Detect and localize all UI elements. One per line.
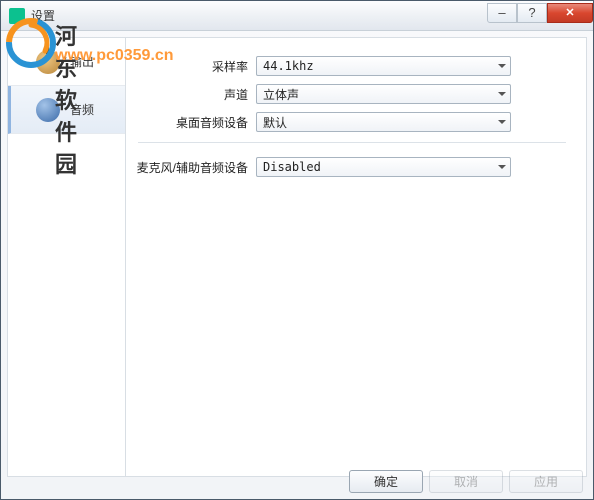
button-label: 取消 [454,473,478,490]
button-label: 确定 [374,473,398,490]
content-panel: 采样率 44.1khz 声道 立体声 桌面音频设备 默认 [126,38,586,476]
close-icon: ✕ [565,6,574,19]
audio-icon [36,98,60,122]
sidebar-item-audio[interactable]: 音频 [8,86,125,134]
select-desktop-audio[interactable]: 默认 [256,112,511,132]
select-mic-aux[interactable]: Disabled [256,157,511,177]
settings-window: 设置 ‒ ? ✕ 河东软件园 www.pc0359.cn 输出 [0,0,594,500]
select-sample-rate[interactable]: 44.1khz [256,56,511,76]
row-desktop-audio: 桌面音频设备 默认 [126,112,566,132]
body-area: 输出 音频 采样率 44.1khz 声道 立体声 [7,37,587,477]
sidebar: 输出 音频 [8,38,126,476]
select-channels[interactable]: 立体声 [256,84,511,104]
minimize-icon: ‒ [498,5,505,20]
select-value: 立体声 [263,86,299,103]
chevron-down-icon [498,120,506,124]
output-icon [36,50,60,74]
sidebar-item-label: 音频 [70,101,94,118]
sidebar-item-output[interactable]: 输出 [8,38,125,86]
label-mic-aux: 麦克风/辅助音频设备 [126,159,256,176]
help-icon: ? [528,5,535,20]
help-button[interactable]: ? [517,3,547,23]
window-title: 设置 [31,7,487,24]
titlebar: 设置 ‒ ? ✕ [1,1,593,31]
sidebar-item-label: 输出 [70,53,94,70]
app-icon [9,8,25,24]
footer-buttons: 确定 取消 应用 [349,470,583,493]
chevron-down-icon [498,165,506,169]
row-mic-aux: 麦克风/辅助音频设备 Disabled [126,157,566,177]
window-controls: ‒ ? ✕ [487,3,593,23]
button-label: 应用 [534,473,558,490]
label-desktop-audio: 桌面音频设备 [126,114,256,131]
select-value: Disabled [263,160,321,174]
apply-button[interactable]: 应用 [509,470,583,493]
chevron-down-icon [498,64,506,68]
close-button[interactable]: ✕ [547,3,593,23]
separator [138,142,566,143]
label-sample-rate: 采样率 [126,58,256,75]
minimize-button[interactable]: ‒ [487,3,517,23]
cancel-button[interactable]: 取消 [429,470,503,493]
chevron-down-icon [498,92,506,96]
select-value: 默认 [263,114,287,131]
ok-button[interactable]: 确定 [349,470,423,493]
row-sample-rate: 采样率 44.1khz [126,56,566,76]
label-channels: 声道 [126,86,256,103]
select-value: 44.1khz [263,59,314,73]
row-channels: 声道 立体声 [126,84,566,104]
